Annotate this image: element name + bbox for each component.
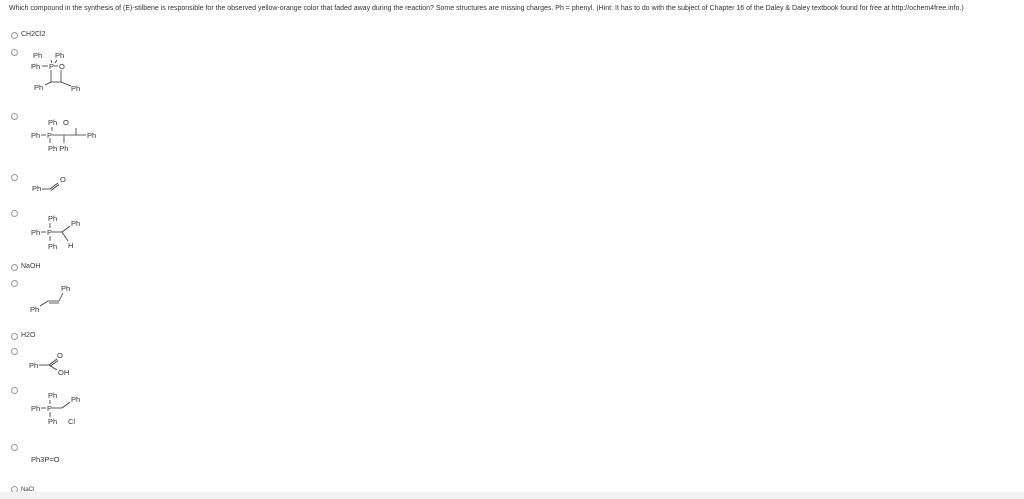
atom-label: P xyxy=(49,62,54,71)
bond xyxy=(54,59,58,64)
question-text: Which compound in the synthesis of (E)-s… xyxy=(9,5,964,12)
phosphonium-ketone-structure: Ph O P Ph P Ph Ph Ph xyxy=(31,118,96,153)
atom-label: Ph xyxy=(31,131,40,140)
atom-label: Ph xyxy=(71,395,80,404)
radio-button[interactable] xyxy=(11,49,18,56)
option-label: H2O xyxy=(21,332,36,339)
atom-label: O xyxy=(59,62,65,71)
radio-button[interactable] xyxy=(11,210,18,217)
atom-label: P xyxy=(47,131,52,140)
atom-label: Ph xyxy=(48,417,57,426)
phosphonium-salt-structure: Ph Ph Ph P Ph H xyxy=(31,214,80,251)
option-benzoic-acid[interactable]: O Ph OH xyxy=(0,347,300,382)
atom-label: Ph xyxy=(55,51,64,60)
radio-button[interactable] xyxy=(11,32,18,39)
atom-label: Ph xyxy=(48,242,57,251)
option-stilbene[interactable]: Ph Ph xyxy=(0,279,300,319)
atom-label: Ph xyxy=(71,219,80,228)
radio-button[interactable] xyxy=(11,113,18,120)
atom-label: O xyxy=(57,351,63,360)
atom-label: Ph xyxy=(87,131,96,140)
oxaphosphetane-structure: Ph Ph Ph P O Ph Ph xyxy=(31,51,80,93)
bond xyxy=(48,364,58,371)
option-label: NaOH xyxy=(21,263,41,270)
bond xyxy=(58,292,64,302)
bond xyxy=(44,81,52,86)
atom-label: Ph xyxy=(48,214,57,223)
atom-label: Ph xyxy=(71,84,80,93)
option-label: CH2Cl2 xyxy=(21,31,46,38)
bond xyxy=(61,231,69,242)
bond xyxy=(61,225,71,233)
bottom-bar xyxy=(0,492,1024,499)
atom-label: Ph xyxy=(61,284,70,293)
atom-label: Ph xyxy=(48,391,57,400)
phosphonium-chloride-structure: Ph Ph Ph P Ph Cl xyxy=(31,391,80,426)
atom-label: Ph xyxy=(30,305,39,314)
stilbene-structure: Ph Ph xyxy=(30,284,70,314)
atom-label: O xyxy=(63,118,69,127)
formula-label: Ph3P=O xyxy=(31,455,60,464)
radio-button[interactable] xyxy=(11,174,18,181)
atom-label: Ph xyxy=(31,228,40,237)
radio-button[interactable] xyxy=(11,264,18,271)
atom-label: Cl xyxy=(68,417,75,426)
option-benzaldehyde[interactable]: Ph O xyxy=(0,173,300,198)
atom-label: Ph xyxy=(34,83,43,92)
option-phosphonium-ketone[interactable]: Ph O P Ph P Ph Ph Ph xyxy=(0,112,300,157)
option-phosphonium-salt[interactable]: Ph Ph Ph P Ph H xyxy=(0,209,300,254)
atom-label: Ph xyxy=(48,118,57,127)
option-triphenylphosphine-oxide[interactable]: Ph3P=O xyxy=(0,443,300,468)
bond xyxy=(61,401,71,409)
atom-label: P xyxy=(47,404,52,413)
atom-label: Ph Ph xyxy=(48,144,68,153)
radio-button[interactable] xyxy=(11,348,18,355)
option-ch2cl2[interactable]: CH2Cl2 xyxy=(0,31,300,41)
radio-button[interactable] xyxy=(11,280,18,287)
atom-label: Ph xyxy=(31,62,40,71)
bond xyxy=(39,300,49,307)
benzaldehyde-structure: Ph O xyxy=(32,175,66,193)
atom-label: O xyxy=(60,175,66,184)
atom-label: Ph xyxy=(32,184,41,193)
bond xyxy=(60,81,72,87)
atom-label: Ph xyxy=(29,361,38,370)
atom-label: H xyxy=(68,241,73,250)
option-phosphonium-chloride[interactable]: Ph Ph Ph P Ph Cl xyxy=(0,386,300,431)
option-oxaphosphetane[interactable]: Ph Ph Ph P O Ph Ph xyxy=(0,48,300,98)
atom-label: OH xyxy=(58,368,69,377)
radio-button[interactable] xyxy=(11,333,18,340)
option-h2o[interactable]: H2O xyxy=(0,332,300,342)
radio-button[interactable] xyxy=(11,444,18,451)
option-naoh[interactable]: NaOH xyxy=(0,263,300,273)
benzoic-acid-structure: O Ph OH xyxy=(29,351,69,377)
radio-button[interactable] xyxy=(11,387,18,394)
atom-label: P xyxy=(47,228,52,237)
atom-label: Ph xyxy=(31,404,40,413)
atom-label: Ph xyxy=(33,51,42,60)
